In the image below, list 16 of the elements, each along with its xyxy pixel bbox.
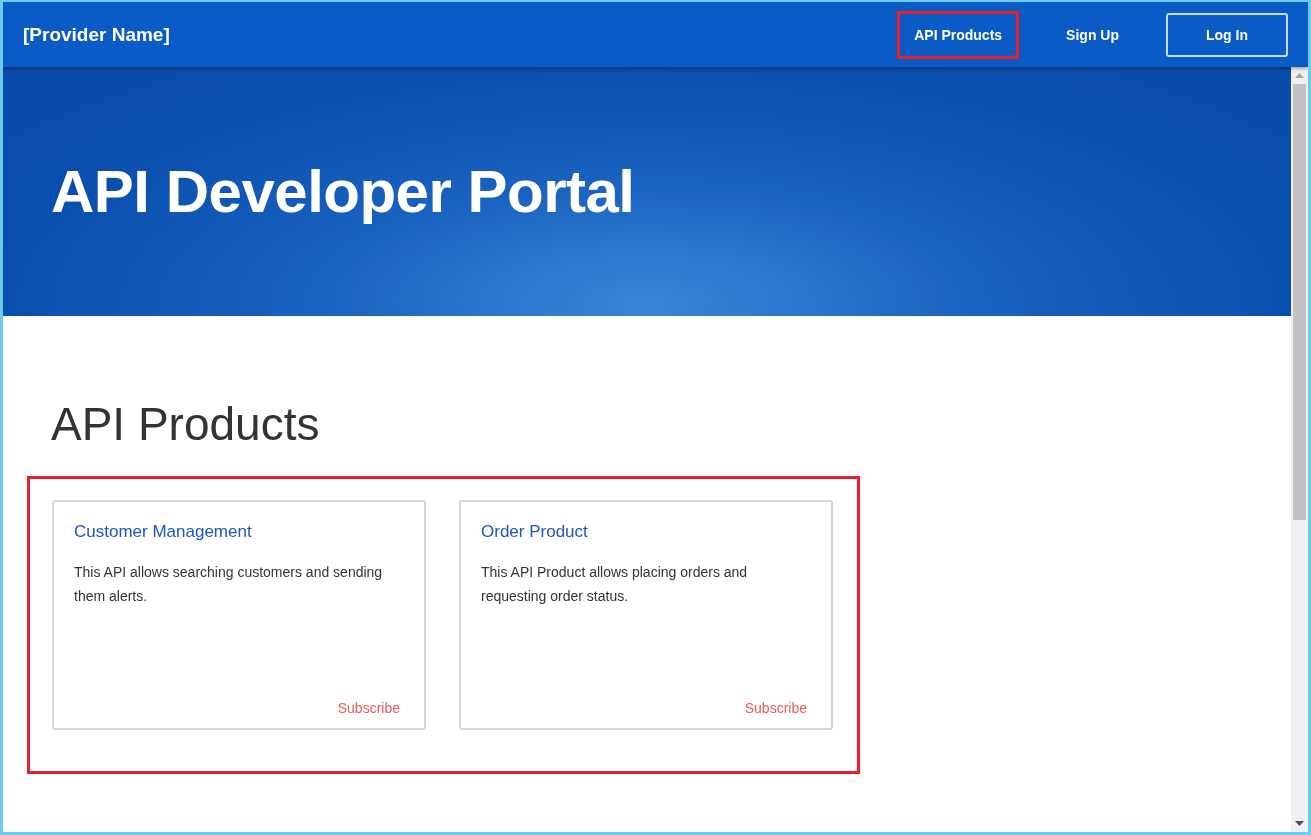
product-title-link[interactable]: Order Product xyxy=(481,522,588,542)
scroll-up-icon[interactable] xyxy=(1295,73,1304,78)
nav-link[interactable]: API Products xyxy=(897,10,1020,59)
scroll-down-icon[interactable] xyxy=(1295,821,1304,826)
product-description: This API allows searching customers and sending them alerts. xyxy=(74,563,384,606)
hero-title: API Developer Portal xyxy=(51,157,635,226)
product-description: This API Product allows placing orders and requesting order status. xyxy=(481,563,749,606)
subscribe-link[interactable]: Subscribe xyxy=(744,700,807,716)
login-button[interactable]: Log In xyxy=(1166,12,1288,57)
product-title-link[interactable]: Customer Management xyxy=(74,522,252,542)
nav-link[interactable]: Sign Up xyxy=(1049,10,1136,59)
scrollbar[interactable] xyxy=(1291,67,1308,832)
scroll-thumb[interactable] xyxy=(1293,84,1306,520)
section-heading: API Products xyxy=(51,397,321,452)
brand-name[interactable]: [Provider Name] xyxy=(23,23,170,46)
subscribe-link[interactable]: Subscribe xyxy=(337,700,400,716)
